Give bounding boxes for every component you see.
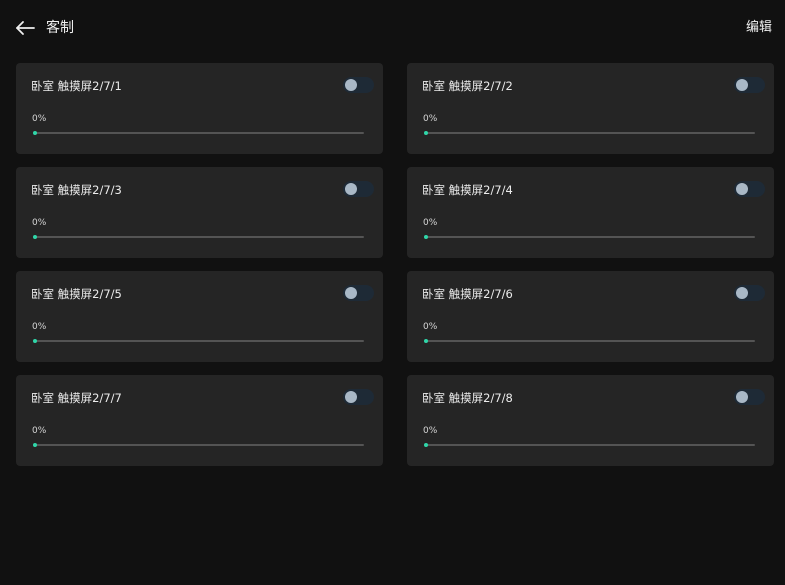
toggle-knob [345,79,357,91]
level-slider[interactable] [33,128,364,138]
device-card: 卧室 触摸屏2/7/2 0% [407,63,774,154]
level-percent: 0% [423,218,438,228]
slider-track [425,236,755,238]
level-slider[interactable] [33,440,364,450]
device-card: 卧室 触摸屏2/7/5 0% [16,271,383,362]
slider-track [34,444,364,446]
level-percent: 0% [32,218,47,228]
slider-thumb[interactable] [33,443,37,447]
slider-thumb[interactable] [424,443,428,447]
device-card: 卧室 触摸屏2/7/7 0% [16,375,383,466]
device-grid: 卧室 触摸屏2/7/1 0% 卧室 触摸屏2/7/2 0% 卧室 触摸屏2/7/… [16,63,774,466]
device-card: 卧室 触摸屏2/7/8 0% [407,375,774,466]
slider-thumb[interactable] [424,131,428,135]
slider-thumb[interactable] [33,339,37,343]
level-slider[interactable] [424,336,755,346]
level-slider[interactable] [424,232,755,242]
power-toggle[interactable] [734,389,765,405]
power-toggle[interactable] [343,285,374,301]
device-name: 卧室 触摸屏2/7/4 [422,183,513,197]
device-card: 卧室 触摸屏2/7/3 0% [16,167,383,258]
slider-thumb[interactable] [33,235,37,239]
slider-track [425,444,755,446]
level-percent: 0% [32,114,47,124]
device-card: 卧室 触摸屏2/7/4 0% [407,167,774,258]
toggle-knob [345,287,357,299]
level-slider[interactable] [424,440,755,450]
level-percent: 0% [423,114,438,124]
slider-track [34,236,364,238]
page-title: 客制 [46,20,74,36]
toggle-knob [736,287,748,299]
slider-thumb[interactable] [424,339,428,343]
slider-thumb[interactable] [424,235,428,239]
power-toggle[interactable] [343,389,374,405]
device-name: 卧室 触摸屏2/7/2 [422,79,513,93]
level-percent: 0% [32,426,47,436]
device-name: 卧室 触摸屏2/7/1 [31,79,122,93]
level-percent: 0% [423,426,438,436]
power-toggle[interactable] [734,181,765,197]
slider-track [425,340,755,342]
toggle-knob [736,79,748,91]
device-name: 卧室 触摸屏2/7/3 [31,183,122,197]
device-name: 卧室 触摸屏2/7/7 [31,391,122,405]
toggle-knob [736,183,748,195]
arrow-left-icon[interactable] [14,18,36,38]
slider-track [34,340,364,342]
level-slider[interactable] [424,128,755,138]
slider-thumb[interactable] [33,131,37,135]
power-toggle[interactable] [734,77,765,93]
edit-button[interactable]: 编辑 [746,19,772,37]
toggle-knob [345,391,357,403]
power-toggle[interactable] [734,285,765,301]
level-percent: 0% [423,322,438,332]
device-name: 卧室 触摸屏2/7/8 [422,391,513,405]
device-card: 卧室 触摸屏2/7/6 0% [407,271,774,362]
level-slider[interactable] [33,232,364,242]
top-bar: 客制 编辑 [0,0,785,56]
level-percent: 0% [32,322,47,332]
power-toggle[interactable] [343,77,374,93]
device-name: 卧室 触摸屏2/7/6 [422,287,513,301]
power-toggle[interactable] [343,181,374,197]
slider-track [34,132,364,134]
toggle-knob [736,391,748,403]
toggle-knob [345,183,357,195]
slider-track [425,132,755,134]
level-slider[interactable] [33,336,364,346]
device-card: 卧室 触摸屏2/7/1 0% [16,63,383,154]
device-name: 卧室 触摸屏2/7/5 [31,287,122,301]
